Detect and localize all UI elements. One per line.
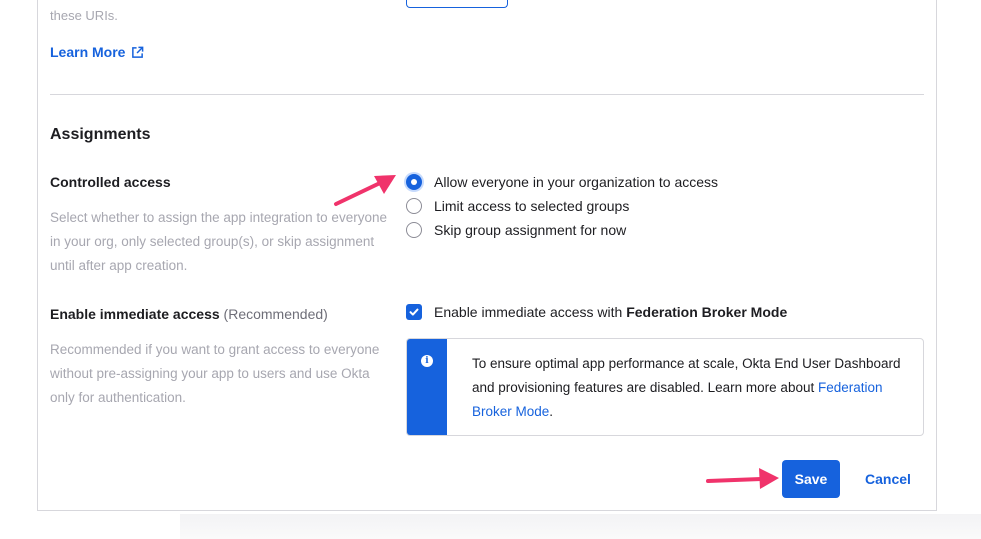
radio-label: Allow everyone in your organization to a…: [434, 174, 719, 190]
callout-accent-bar: i: [407, 339, 447, 435]
controlled-access-label: Controlled access: [50, 174, 171, 190]
radio-button-checked[interactable]: [406, 174, 422, 190]
immediate-access-checkbox-label: Enable immediate access with Federation …: [434, 304, 788, 320]
cancel-button[interactable]: Cancel: [856, 460, 920, 498]
immediate-access-checkbox-row[interactable]: Enable immediate access with Federation …: [406, 304, 787, 320]
learn-more-link[interactable]: Learn More: [50, 44, 144, 60]
external-link-icon: [132, 46, 144, 58]
radio-label: Limit access to selected groups: [434, 198, 630, 214]
partial-button-above[interactable]: [406, 0, 508, 8]
checkmark-icon: [409, 308, 419, 316]
assignments-heading: Assignments: [50, 126, 151, 143]
save-button[interactable]: Save: [782, 460, 840, 498]
section-divider: [50, 94, 924, 95]
uris-help-text: these URIs.: [50, 8, 118, 23]
controlled-access-help: Select whether to assign the app integra…: [50, 210, 387, 273]
immediate-access-label: Enable immediate access (Recommended): [50, 306, 328, 322]
controlled-access-radio-group: Allow everyone in your organization to a…: [406, 170, 718, 242]
callout-text: To ensure optimal app performance at sca…: [472, 356, 901, 419]
immediate-access-help: Recommended if you want to grant access …: [50, 342, 380, 405]
checkbox-checked[interactable]: [406, 304, 422, 320]
info-icon: i: [421, 355, 433, 367]
immediate-access-title: Enable immediate access: [50, 306, 220, 322]
radio-skip-assignment[interactable]: Skip group assignment for now: [406, 218, 718, 242]
info-callout: i To ensure optimal app performance at s…: [406, 338, 924, 436]
radio-label: Skip group assignment for now: [434, 222, 627, 238]
recommended-note: (Recommended): [223, 306, 328, 322]
radio-limit-groups[interactable]: Limit access to selected groups: [406, 194, 718, 218]
radio-allow-everyone[interactable]: Allow everyone in your organization to a…: [406, 170, 718, 194]
radio-button[interactable]: [406, 198, 422, 214]
radio-button[interactable]: [406, 222, 422, 238]
page-bottom-shadow: [180, 514, 981, 539]
learn-more-label: Learn More: [50, 44, 126, 60]
